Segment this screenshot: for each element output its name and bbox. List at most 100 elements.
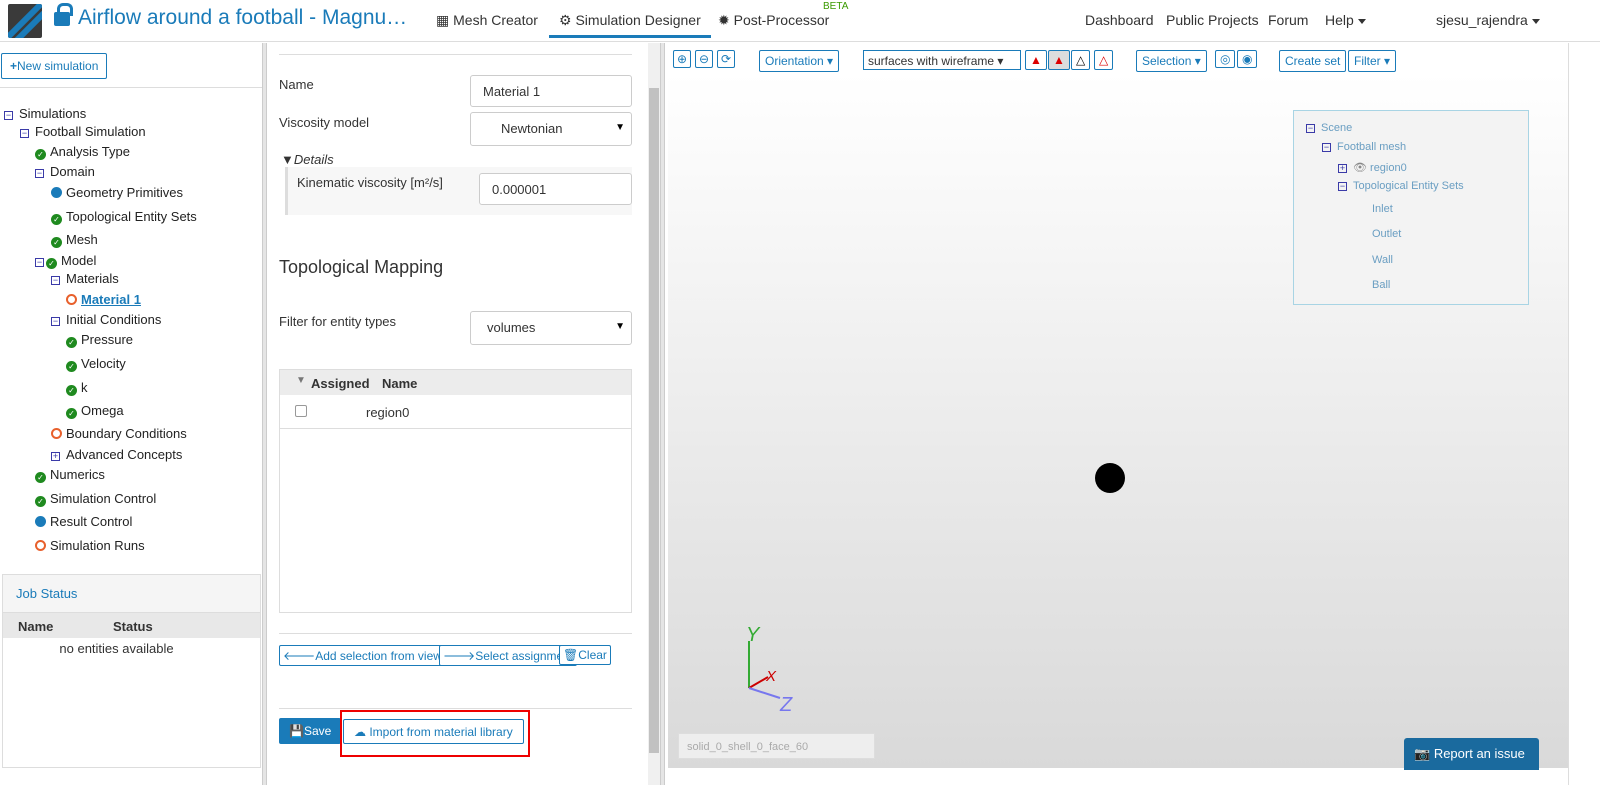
tree-item[interactable]: Geometry Primitives [51, 185, 183, 200]
selection-dropdown[interactable]: Selection ▾ [1136, 50, 1207, 72]
job-status-header: Name Status [3, 613, 260, 638]
entity-type-select[interactable]: volumes [470, 311, 632, 345]
nav-forum[interactable]: Forum [1268, 12, 1308, 28]
collapse-icon[interactable]: − [51, 317, 60, 326]
tree-item[interactable]: Material 1 [66, 292, 141, 307]
collapse-icon[interactable]: − [51, 276, 60, 285]
tree-item-label: Advanced Concepts [66, 447, 183, 462]
set-inlet[interactable]: Inlet [1372, 203, 1393, 215]
surface-wireframe-mode-button[interactable]: ▲ [1048, 50, 1070, 70]
project-title: Airflow around a football - Magnu… [54, 3, 408, 30]
create-set-button[interactable]: Create set [1279, 50, 1347, 72]
column-assigned: Assigned [311, 376, 370, 391]
assigned-checkbox[interactable] [295, 405, 307, 417]
nav-dashboard[interactable]: Dashboard [1085, 12, 1154, 28]
new-simulation-button[interactable]: +New simulation [1, 53, 108, 79]
name-input[interactable]: Material 1 [470, 75, 632, 107]
table-row[interactable]: region0 [280, 395, 631, 429]
nav-post-processor[interactable]: ✹ Post-Processor [718, 12, 829, 29]
tree-item[interactable]: + Advanced Concepts [51, 447, 182, 462]
zoom-in-button[interactable]: ⊕ [673, 50, 692, 68]
hover-info-field[interactable]: solid_0_shell_0_face_60 [678, 733, 875, 759]
user-menu[interactable]: sjesu_rajendra [1436, 12, 1540, 28]
set-wall[interactable]: Wall [1372, 254, 1393, 266]
tree-item[interactable]: Result Control [35, 514, 132, 529]
nav-simulation-designer[interactable]: ⚙ Simulation Designer [549, 12, 711, 38]
collapse-icon[interactable]: − [4, 111, 13, 120]
scene-tree-panel: − Scene − Football mesh + 👁 region0 − Topolo… [1293, 110, 1529, 305]
eye-icon[interactable]: 👁 [1353, 162, 1370, 174]
scrollbar[interactable] [648, 43, 660, 785]
job-status-panel: Job Status Name Status no entities avail… [2, 574, 261, 768]
import-material-library-button[interactable]: ☁ Import from material library [343, 719, 524, 744]
tree-item[interactable]: ✓ Simulation Control [35, 491, 156, 507]
zoom-out-button[interactable]: ⊖ [695, 50, 714, 68]
tree-item[interactable]: Simulation Runs [35, 538, 145, 553]
tree-item[interactable]: ✓ Mesh [51, 232, 98, 248]
tree-item[interactable]: ✓ Numerics [35, 467, 105, 483]
scrollbar-thumb[interactable] [649, 88, 659, 753]
orientation-dropdown[interactable]: Orientation ▾ [759, 50, 840, 72]
details-toggle[interactable]: ▼Details [281, 152, 334, 167]
cog-icon: ✹ [718, 12, 734, 28]
topological-sets-node[interactable]: − Topological Entity Sets [1338, 180, 1464, 192]
panel-splitter[interactable] [660, 43, 665, 785]
project-title-text: Airflow around a football - Magnu… [78, 6, 408, 29]
kinematic-viscosity-input[interactable]: 0.000001 [479, 173, 632, 205]
clear-button[interactable]: 🗑Clear [559, 645, 611, 665]
tree-item[interactable]: ✓ k [66, 380, 88, 396]
wireframe-mode-button[interactable]: △ [1071, 50, 1091, 70]
report-issue-button[interactable]: 📷 Report an issue [1404, 738, 1539, 770]
reset-view-button[interactable]: ⟳ [717, 50, 736, 68]
tree-item[interactable]: Boundary Conditions [51, 426, 187, 441]
select-assignment-button[interactable]: 🡒Select assignment [439, 645, 578, 666]
button-label: Add selection from viewer [315, 649, 453, 663]
collapse-icon[interactable]: − [35, 169, 44, 178]
column-status: Status [113, 619, 153, 634]
tree-item[interactable]: ✓ Omega [66, 403, 124, 419]
nav-mesh-creator[interactable]: ▦ Mesh Creator [436, 12, 538, 29]
app-logo[interactable] [8, 4, 42, 38]
points-mode-button[interactable]: △ [1094, 50, 1114, 70]
tree-item[interactable]: − Materials [51, 271, 119, 286]
tree-item[interactable]: − Initial Conditions [51, 312, 161, 327]
tree-item[interactable]: − Football Simulation [20, 124, 146, 139]
divider [0, 87, 262, 88]
empty-circle-icon [51, 428, 62, 439]
nav-help[interactable]: Help [1325, 12, 1366, 28]
expand-icon[interactable]: + [51, 452, 60, 461]
set-ball[interactable]: Ball [1372, 279, 1390, 291]
tree-item[interactable]: ✓ Analysis Type [35, 144, 130, 160]
nav-public-projects[interactable]: Public Projects [1166, 12, 1259, 28]
filter-dropdown[interactable]: Filter ▾ [1348, 50, 1397, 72]
tree-item[interactable]: − Simulations [4, 106, 86, 121]
add-selection-button[interactable]: 🡐Add selection from viewer [279, 645, 457, 666]
set-outlet[interactable]: Outlet [1372, 228, 1401, 240]
3d-viewer[interactable]: − Scene − Football mesh + 👁 region0 − Topolo… [668, 73, 1568, 770]
show-eye-icon[interactable]: ◉ [1237, 50, 1258, 68]
scene-node[interactable]: − Scene [1306, 122, 1352, 134]
tree-item-label: Material 1 [81, 292, 141, 307]
save-button[interactable]: 💾Save [279, 718, 342, 744]
tree-item[interactable]: ✓ Velocity [66, 356, 126, 372]
collapse-icon[interactable]: − [35, 258, 44, 267]
viscosity-select[interactable]: Newtonian [470, 112, 632, 146]
tree-item-label: Analysis Type [50, 144, 130, 159]
render-mode-select[interactable]: surfaces with wireframe ▾ [863, 50, 1021, 70]
tree-item[interactable]: − ✓ Model [35, 253, 96, 269]
collapse-icon[interactable]: − [20, 129, 29, 138]
nav-label: Mesh Creator [453, 12, 538, 28]
tree-item[interactable]: − Domain [35, 164, 95, 179]
tree-item[interactable]: ✓ Topological Entity Sets [51, 209, 197, 225]
tree-item-label: Topological Entity Sets [66, 209, 197, 224]
football-mesh[interactable] [1095, 463, 1125, 493]
football-mesh-node[interactable]: − Football mesh [1322, 141, 1406, 153]
tree-item[interactable]: ✓ Pressure [66, 332, 133, 348]
check-circle-icon: ✓ [66, 337, 77, 348]
hide-button[interactable]: ◎ [1215, 50, 1236, 68]
region0-node[interactable]: + 👁 region0 [1338, 161, 1407, 174]
assignment-table: ▼ Assigned Name region0 [279, 369, 632, 613]
sort-icon[interactable]: ▼ [296, 375, 306, 386]
nav-label: Help [1325, 12, 1354, 28]
surface-mode-button[interactable]: ▲ [1025, 50, 1047, 70]
